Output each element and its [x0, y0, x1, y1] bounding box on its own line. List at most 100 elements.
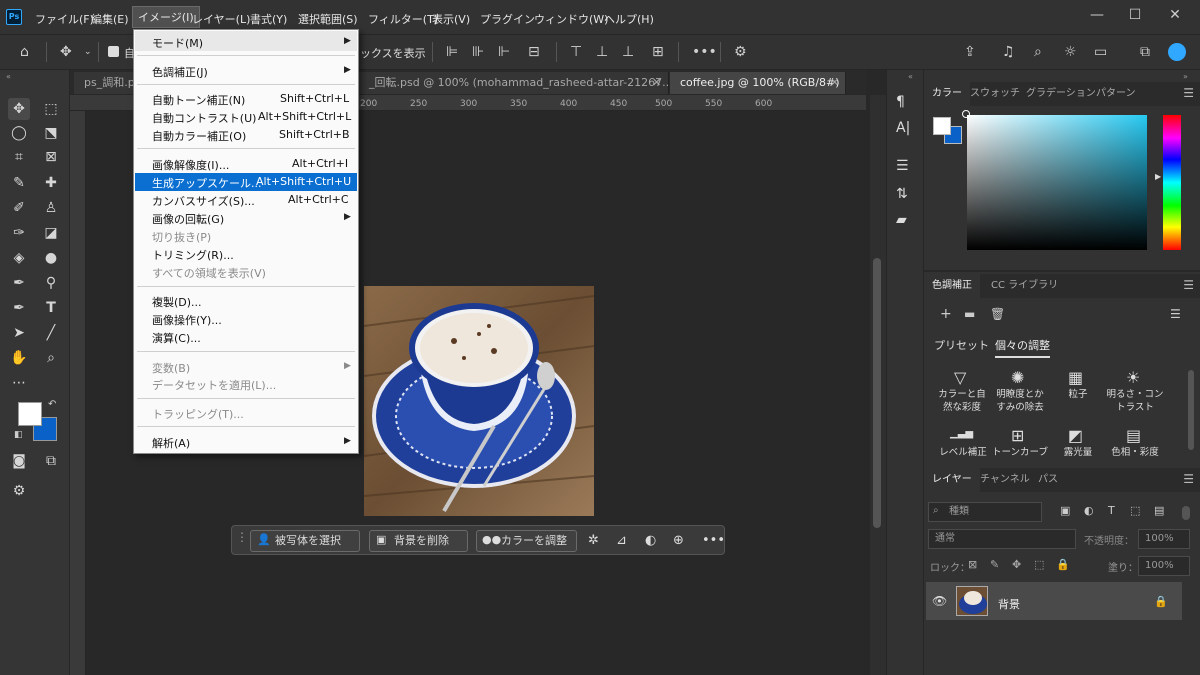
- menu-item-canvas-size[interactable]: カンバスサイズ(S)...: [152, 193, 255, 209]
- panel-menu-icon[interactable]: ☰: [1183, 278, 1194, 292]
- align-center-icon[interactable]: ⊪: [472, 44, 484, 60]
- color-picker-marker[interactable]: [962, 110, 970, 118]
- align-top-icon[interactable]: ⊤: [570, 44, 582, 60]
- healing-brush-icon[interactable]: ✚: [40, 172, 62, 194]
- menu-item-auto-contrast[interactable]: 自動コントラスト(U): [152, 110, 256, 126]
- menu-item-apply-image[interactable]: 画像操作(Y)...: [152, 312, 222, 328]
- lightbulb-icon[interactable]: ☼: [1064, 44, 1077, 60]
- align-right-icon[interactable]: ⊩: [498, 44, 510, 60]
- tab-individual-adjustments[interactable]: 個々の調整: [995, 337, 1050, 358]
- lasso-tool-icon[interactable]: ◯: [8, 122, 30, 144]
- menu-item-trim[interactable]: トリミング(R)...: [152, 247, 234, 263]
- edit-toolbar-icon[interactable]: ⚙: [8, 480, 30, 502]
- auto-select-checkbox[interactable]: [108, 46, 119, 57]
- hue-slider-marker[interactable]: ▶: [1155, 172, 1161, 181]
- expand-icon[interactable]: «: [908, 72, 913, 81]
- filter-pixel-icon[interactable]: ▣: [1060, 504, 1070, 517]
- vibrance-icon[interactable]: ▽: [954, 368, 966, 387]
- close-window-button[interactable]: ✕: [1166, 6, 1184, 24]
- filter-smart-icon[interactable]: ▤: [1154, 504, 1164, 517]
- menu-image[interactable]: イメージ(I): [132, 6, 200, 28]
- tab-adjustments[interactable]: 色調補正: [924, 274, 980, 298]
- eraser-tool-icon[interactable]: ◪: [40, 222, 62, 244]
- lock-image-icon[interactable]: ✎: [990, 558, 999, 571]
- contrast-icon[interactable]: ◐: [645, 531, 656, 551]
- menu-type[interactable]: 書式(Y): [250, 11, 287, 27]
- grain-icon[interactable]: ▦: [1068, 368, 1083, 387]
- pen-tool-icon[interactable]: ✒: [8, 297, 30, 319]
- profile-avatar[interactable]: [1168, 43, 1186, 61]
- stamp-tool-icon[interactable]: ♙: [40, 197, 62, 219]
- tab-ps-harmony[interactable]: ps_調和.p: [74, 72, 134, 94]
- distribute-icon[interactable]: ⊟: [528, 44, 540, 60]
- menu-filter[interactable]: フィルター(T): [368, 11, 438, 27]
- marquee-tool-icon[interactable]: ⬚: [40, 98, 62, 120]
- adj-clarity-dehaze-label[interactable]: 明瞭度とかすみの除去: [992, 388, 1048, 414]
- trash-icon[interactable]: 🗑: [990, 307, 1005, 321]
- zoom-tool-icon[interactable]: ⌕: [40, 347, 62, 369]
- adj-brightness-contrast-label[interactable]: 明るさ・コントラスト: [1106, 388, 1164, 414]
- comment-icon[interactable]: ▰: [896, 212, 907, 228]
- eyedropper-tool-icon[interactable]: ✎: [8, 172, 30, 194]
- distribute-vertical-icon[interactable]: ⊞: [652, 44, 664, 60]
- adj-curves-label[interactable]: トーンカーブ: [992, 446, 1048, 459]
- character-icon[interactable]: A|: [896, 120, 910, 136]
- tab-presets[interactable]: プリセット: [934, 337, 989, 353]
- paint-bucket-icon[interactable]: ◈: [8, 247, 30, 269]
- menu-item-duplicate[interactable]: 複製(D)...: [152, 294, 202, 310]
- sparkle-icon[interactable]: ✲: [588, 531, 599, 551]
- menu-item-adjustments[interactable]: 色調補正(J): [152, 64, 208, 80]
- layer-filter-select[interactable]: 種類: [928, 502, 1042, 522]
- move-tool-icon[interactable]: ✥: [60, 44, 72, 60]
- workspace-icon[interactable]: ▭: [1094, 44, 1107, 60]
- tab-paths[interactable]: パス: [1030, 468, 1066, 492]
- search-icon[interactable]: ⌕: [1034, 44, 1042, 60]
- path-select-icon[interactable]: ➤: [8, 322, 30, 344]
- fill-input[interactable]: 100%: [1138, 556, 1190, 576]
- menu-help[interactable]: ヘルプ(H): [604, 11, 654, 27]
- blend-mode-select[interactable]: 通常: [928, 529, 1076, 549]
- adj-exposure-label[interactable]: 露光量: [1050, 446, 1106, 459]
- filter-adjustment-icon[interactable]: ◐: [1084, 504, 1094, 517]
- paragraph-icon[interactable]: ¶: [896, 94, 905, 110]
- lock-all-icon[interactable]: 🔒: [1056, 558, 1070, 571]
- menu-plugins[interactable]: プラグイン: [480, 11, 535, 27]
- transform-icon[interactable]: ⊿: [616, 531, 627, 551]
- menu-item-image-rotation[interactable]: 画像の回転(G): [152, 211, 224, 227]
- close-icon[interactable]: ✕: [830, 72, 839, 94]
- minimize-button[interactable]: —: [1088, 6, 1106, 24]
- lock-pixels-icon[interactable]: ⊠: [968, 558, 977, 571]
- brush-tool-icon[interactable]: ✐: [8, 197, 30, 219]
- filter-type-icon[interactable]: T: [1108, 504, 1115, 517]
- color-field[interactable]: [967, 115, 1147, 250]
- collapse-icon[interactable]: «: [6, 72, 11, 81]
- filter-toggle[interactable]: [1182, 506, 1190, 520]
- menu-file[interactable]: ファイル(F): [35, 11, 94, 27]
- chevron-down-icon[interactable]: ⌄: [84, 44, 92, 60]
- levels-icon[interactable]: ▁▃▅: [950, 428, 973, 439]
- blur-tool-icon[interactable]: ●: [40, 247, 62, 269]
- menu-item-mode[interactable]: モード(M): [152, 35, 203, 51]
- move-tool-icon[interactable]: ✥: [8, 98, 30, 120]
- tab-rotate-psd[interactable]: _回転.psd @ 100% (mohammad_rasheed-attar-2…: [359, 72, 669, 94]
- eye-icon[interactable]: 👁: [932, 594, 947, 608]
- menu-edit[interactable]: 編集(E): [91, 11, 129, 27]
- filter-shape-icon[interactable]: ⬚: [1130, 504, 1140, 517]
- menu-item-analysis[interactable]: 解析(A): [152, 435, 190, 451]
- more-tools-icon[interactable]: ⋯: [8, 372, 30, 394]
- lock-artboard-icon[interactable]: ⬚: [1034, 558, 1044, 571]
- frame-tool-icon[interactable]: ⊠: [40, 146, 62, 168]
- menu-item-image-size[interactable]: 画像解像度(I)...: [152, 157, 229, 173]
- swap-colors-icon[interactable]: ↶: [48, 399, 56, 410]
- dehaze-icon[interactable]: ✺: [1011, 368, 1024, 387]
- panel-menu-icon[interactable]: ☰: [1183, 472, 1194, 486]
- foreground-color-swatch[interactable]: [18, 402, 42, 426]
- tab-coffee-jpg[interactable]: coffee.jpg @ 100% (RGB/8#): [670, 72, 846, 94]
- curves-icon[interactable]: ⊞: [1011, 426, 1024, 445]
- home-icon[interactable]: ⌂: [20, 44, 29, 60]
- menu-window[interactable]: ウィンドウ(W): [534, 11, 608, 27]
- default-colors-icon[interactable]: ◧: [14, 430, 23, 440]
- lock-position-icon[interactable]: ✥: [1012, 558, 1021, 571]
- canvas-image-coffee[interactable]: [364, 286, 594, 516]
- adjustment-layer-icon[interactable]: ⊕: [673, 531, 684, 551]
